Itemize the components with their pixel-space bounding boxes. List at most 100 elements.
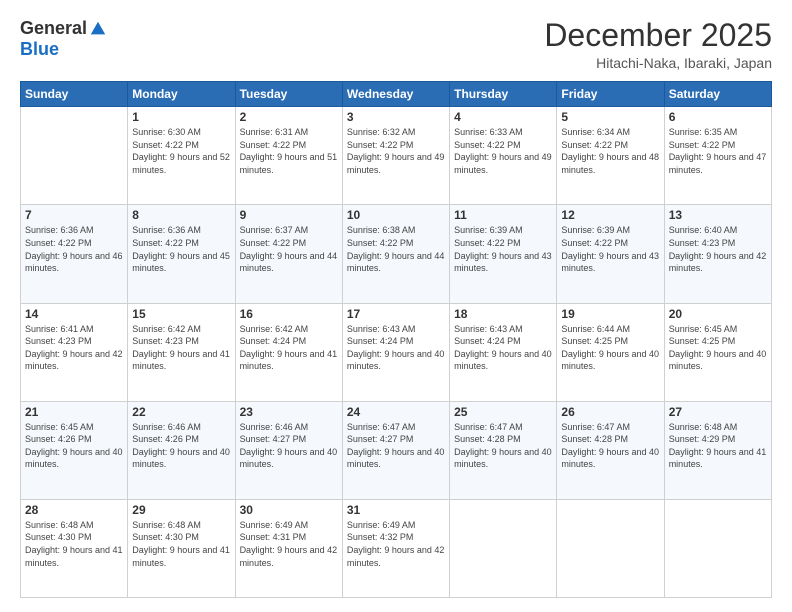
calendar-cell: 22 Sunrise: 6:46 AMSunset: 4:26 PMDayligh…: [128, 401, 235, 499]
header-friday: Friday: [557, 82, 664, 107]
header-monday: Monday: [128, 82, 235, 107]
calendar-cell: 14 Sunrise: 6:41 AMSunset: 4:23 PMDayligh…: [21, 303, 128, 401]
day-number: 3: [347, 110, 445, 124]
day-number: 14: [25, 307, 123, 321]
day-number: 28: [25, 503, 123, 517]
day-info: Sunrise: 6:37 AMSunset: 4:22 PMDaylight:…: [240, 224, 338, 274]
day-number: 6: [669, 110, 767, 124]
day-info: Sunrise: 6:48 AMSunset: 4:30 PMDaylight:…: [132, 519, 230, 569]
calendar-cell: [664, 499, 771, 597]
calendar-page: General Blue December 2025 Hitachi-Naka,…: [0, 0, 792, 612]
calendar-cell: 15 Sunrise: 6:42 AMSunset: 4:23 PMDayligh…: [128, 303, 235, 401]
day-number: 24: [347, 405, 445, 419]
day-info: Sunrise: 6:41 AMSunset: 4:23 PMDaylight:…: [25, 323, 123, 373]
day-number: 20: [669, 307, 767, 321]
day-number: 8: [132, 208, 230, 222]
day-number: 16: [240, 307, 338, 321]
day-info: Sunrise: 6:47 AMSunset: 4:27 PMDaylight:…: [347, 421, 445, 471]
day-info: Sunrise: 6:36 AMSunset: 4:22 PMDaylight:…: [25, 224, 123, 274]
calendar-cell: 30Sunrise: 6:49 AMSunset: 4:31 PMDayligh…: [235, 499, 342, 597]
day-number: 30: [240, 503, 338, 517]
calendar-cell: 19Sunrise: 6:44 AMSunset: 4:25 PMDayligh…: [557, 303, 664, 401]
day-info: Sunrise: 6:46 AMSunset: 4:26 PMDaylight:…: [132, 421, 230, 471]
day-info: Sunrise: 6:43 AMSunset: 4:24 PMDaylight:…: [454, 323, 552, 373]
calendar-cell: 25 Sunrise: 6:47 AMSunset: 4:28 PMDayligh…: [450, 401, 557, 499]
day-info: Sunrise: 6:34 AMSunset: 4:22 PMDaylight:…: [561, 126, 659, 176]
calendar-cell: 29 Sunrise: 6:48 AMSunset: 4:30 PMDayligh…: [128, 499, 235, 597]
day-number: 15: [132, 307, 230, 321]
calendar-week-row: 7 Sunrise: 6:36 AMSunset: 4:22 PMDaylight…: [21, 205, 772, 303]
logo-icon: [89, 20, 107, 38]
day-info: Sunrise: 6:48 AMSunset: 4:30 PMDaylight:…: [25, 519, 123, 569]
day-number: 13: [669, 208, 767, 222]
day-info: Sunrise: 6:36 AMSunset: 4:22 PMDaylight:…: [132, 224, 230, 274]
calendar-cell: [21, 107, 128, 205]
calendar-cell: 21 Sunrise: 6:45 AMSunset: 4:26 PMDayligh…: [21, 401, 128, 499]
calendar-cell: 2Sunrise: 6:31 AMSunset: 4:22 PMDaylight…: [235, 107, 342, 205]
day-info: Sunrise: 6:44 AMSunset: 4:25 PMDaylight:…: [561, 323, 659, 373]
calendar-week-row: 1 Sunrise: 6:30 AMSunset: 4:22 PMDaylight…: [21, 107, 772, 205]
day-info: Sunrise: 6:38 AMSunset: 4:22 PMDaylight:…: [347, 224, 445, 274]
calendar-cell: [450, 499, 557, 597]
day-info: Sunrise: 6:30 AMSunset: 4:22 PMDaylight:…: [132, 126, 230, 176]
calendar-week-row: 21 Sunrise: 6:45 AMSunset: 4:26 PMDayligh…: [21, 401, 772, 499]
logo-blue-text: Blue: [20, 39, 59, 60]
day-info: Sunrise: 6:33 AMSunset: 4:22 PMDaylight:…: [454, 126, 552, 176]
day-number: 12: [561, 208, 659, 222]
calendar-cell: 23Sunrise: 6:46 AMSunset: 4:27 PMDayligh…: [235, 401, 342, 499]
calendar-cell: 9 Sunrise: 6:37 AMSunset: 4:22 PMDaylight…: [235, 205, 342, 303]
calendar-cell: 16 Sunrise: 6:42 AMSunset: 4:24 PMDayligh…: [235, 303, 342, 401]
day-info: Sunrise: 6:42 AMSunset: 4:23 PMDaylight:…: [132, 323, 230, 373]
calendar-cell: 18Sunrise: 6:43 AMSunset: 4:24 PMDayligh…: [450, 303, 557, 401]
day-number: 5: [561, 110, 659, 124]
calendar-table: Sunday Monday Tuesday Wednesday Thursday…: [20, 81, 772, 598]
day-number: 29: [132, 503, 230, 517]
weekday-header-row: Sunday Monday Tuesday Wednesday Thursday…: [21, 82, 772, 107]
day-info: Sunrise: 6:32 AMSunset: 4:22 PMDaylight:…: [347, 126, 445, 176]
calendar-week-row: 14 Sunrise: 6:41 AMSunset: 4:23 PMDayligh…: [21, 303, 772, 401]
calendar-week-row: 28 Sunrise: 6:48 AMSunset: 4:30 PMDayligh…: [21, 499, 772, 597]
location-text: Hitachi-Naka, Ibaraki, Japan: [544, 55, 772, 71]
header: General Blue December 2025 Hitachi-Naka,…: [20, 18, 772, 71]
calendar-cell: 10 Sunrise: 6:38 AMSunset: 4:22 PMDayligh…: [342, 205, 449, 303]
logo: General Blue: [20, 18, 107, 60]
day-info: Sunrise: 6:46 AMSunset: 4:27 PMDaylight:…: [240, 421, 338, 471]
day-number: 7: [25, 208, 123, 222]
day-number: 9: [240, 208, 338, 222]
day-number: 25: [454, 405, 552, 419]
day-info: Sunrise: 6:45 AMSunset: 4:26 PMDaylight:…: [25, 421, 123, 471]
day-number: 27: [669, 405, 767, 419]
calendar-cell: 6Sunrise: 6:35 AMSunset: 4:22 PMDaylight…: [664, 107, 771, 205]
day-number: 10: [347, 208, 445, 222]
day-number: 31: [347, 503, 445, 517]
header-tuesday: Tuesday: [235, 82, 342, 107]
day-number: 21: [25, 405, 123, 419]
month-title: December 2025: [544, 18, 772, 53]
calendar-cell: 20Sunrise: 6:45 AMSunset: 4:25 PMDayligh…: [664, 303, 771, 401]
calendar-cell: 12 Sunrise: 6:39 AMSunset: 4:22 PMDayligh…: [557, 205, 664, 303]
calendar-cell: 1 Sunrise: 6:30 AMSunset: 4:22 PMDaylight…: [128, 107, 235, 205]
calendar-cell: 31Sunrise: 6:49 AMSunset: 4:32 PMDayligh…: [342, 499, 449, 597]
header-sunday: Sunday: [21, 82, 128, 107]
day-info: Sunrise: 6:47 AMSunset: 4:28 PMDaylight:…: [454, 421, 552, 471]
day-number: 17: [347, 307, 445, 321]
day-number: 2: [240, 110, 338, 124]
day-number: 22: [132, 405, 230, 419]
header-saturday: Saturday: [664, 82, 771, 107]
calendar-cell: 24 Sunrise: 6:47 AMSunset: 4:27 PMDayligh…: [342, 401, 449, 499]
day-info: Sunrise: 6:39 AMSunset: 4:22 PMDaylight:…: [454, 224, 552, 274]
calendar-cell: 4 Sunrise: 6:33 AMSunset: 4:22 PMDaylight…: [450, 107, 557, 205]
calendar-cell: 28 Sunrise: 6:48 AMSunset: 4:30 PMDayligh…: [21, 499, 128, 597]
day-info: Sunrise: 6:42 AMSunset: 4:24 PMDaylight:…: [240, 323, 338, 373]
day-info: Sunrise: 6:39 AMSunset: 4:22 PMDaylight:…: [561, 224, 659, 274]
day-number: 4: [454, 110, 552, 124]
title-block: December 2025 Hitachi-Naka, Ibaraki, Jap…: [544, 18, 772, 71]
calendar-cell: 8 Sunrise: 6:36 AMSunset: 4:22 PMDaylight…: [128, 205, 235, 303]
calendar-cell: 3 Sunrise: 6:32 AMSunset: 4:22 PMDaylight…: [342, 107, 449, 205]
header-wednesday: Wednesday: [342, 82, 449, 107]
day-number: 1: [132, 110, 230, 124]
logo-general-text: General: [20, 18, 87, 39]
header-thursday: Thursday: [450, 82, 557, 107]
calendar-cell: 11Sunrise: 6:39 AMSunset: 4:22 PMDayligh…: [450, 205, 557, 303]
day-info: Sunrise: 6:43 AMSunset: 4:24 PMDaylight:…: [347, 323, 445, 373]
